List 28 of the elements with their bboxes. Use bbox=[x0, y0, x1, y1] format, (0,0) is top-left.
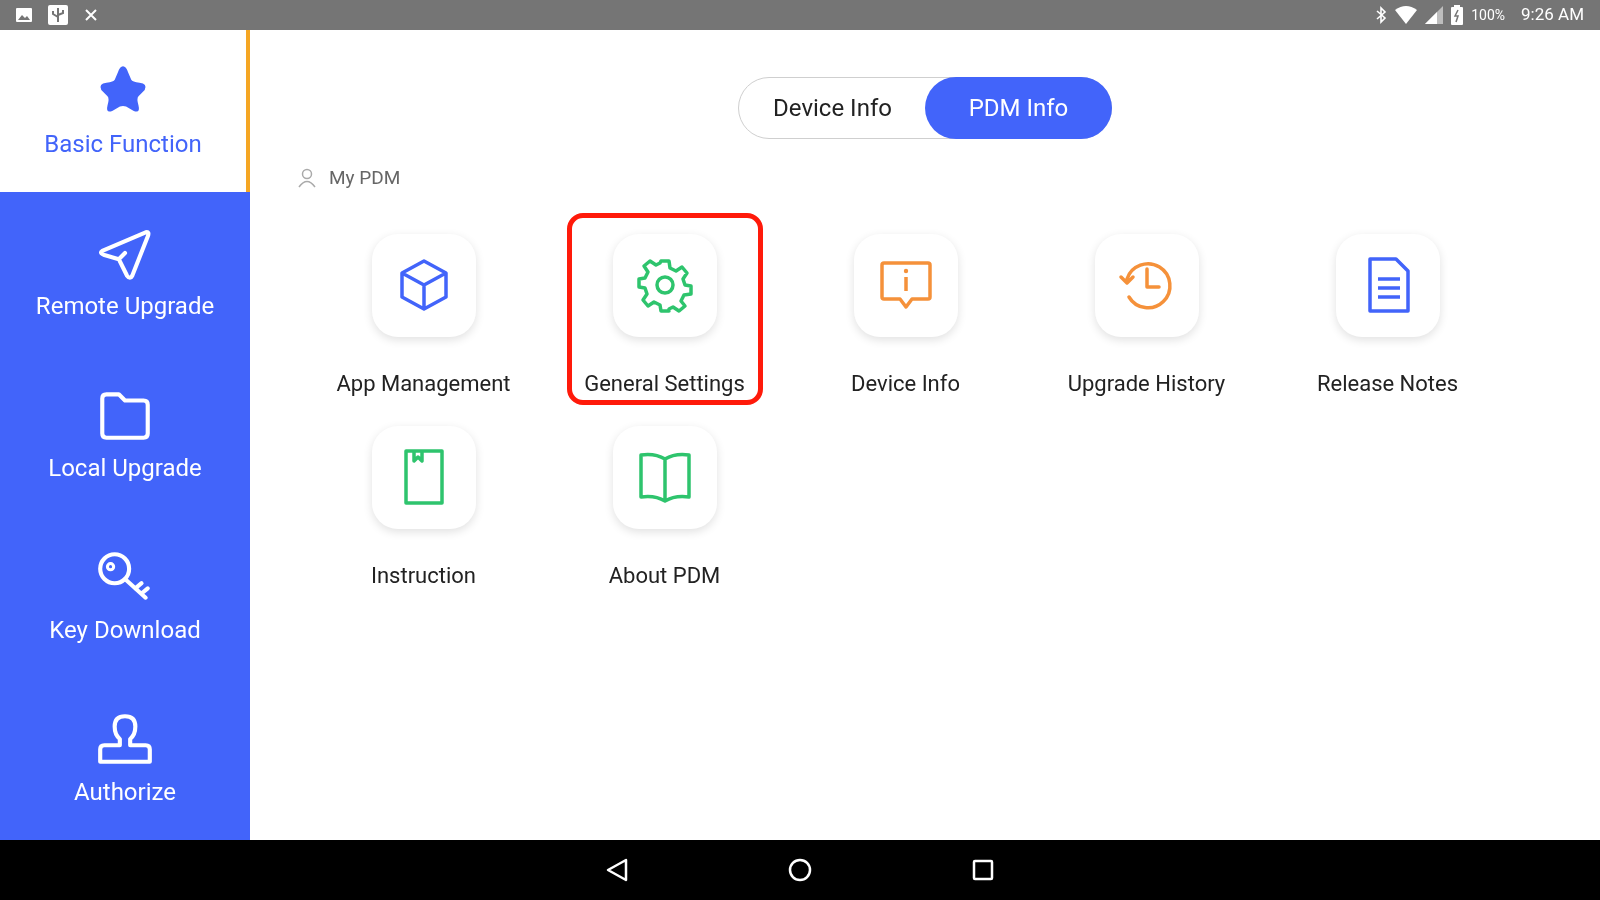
recents-icon[interactable] bbox=[972, 859, 994, 881]
section-title: My PDM bbox=[329, 165, 401, 191]
sidebar-item[interactable]: Local Upgrade bbox=[0, 354, 250, 516]
home-icon[interactable] bbox=[788, 858, 812, 882]
person-icon bbox=[297, 168, 317, 189]
signal-off-icon bbox=[84, 8, 98, 22]
sidebar-item[interactable]: Basic Function bbox=[0, 30, 250, 192]
back-icon[interactable] bbox=[606, 858, 628, 882]
sidebar-item[interactable]: Key Download bbox=[0, 516, 250, 678]
image-icon bbox=[16, 8, 32, 22]
sidebar-item[interactable]: Remote Upgrade bbox=[0, 192, 250, 354]
battery-percent: 100% bbox=[1471, 5, 1506, 25]
sidebar-item[interactable]: Authorize bbox=[0, 678, 250, 840]
battery-icon bbox=[1451, 5, 1464, 25]
usb-icon bbox=[48, 5, 68, 25]
tab[interactable]: PDM Info bbox=[925, 77, 1112, 139]
bluetooth-icon bbox=[1375, 6, 1388, 24]
app-tile[interactable]: Release Notes bbox=[1289, 212, 1486, 405]
app-tile[interactable]: App Management bbox=[325, 212, 522, 405]
app-tile[interactable]: About PDM bbox=[566, 404, 763, 597]
signal-icon bbox=[1425, 6, 1444, 24]
tab[interactable]: Device Info bbox=[739, 78, 926, 138]
clock-time: 9:26 AM bbox=[1521, 3, 1584, 27]
app-tile[interactable]: General Settings bbox=[566, 212, 763, 405]
app-tile[interactable]: Instruction bbox=[325, 404, 522, 597]
wifi-icon bbox=[1395, 6, 1418, 24]
app-tile[interactable]: Upgrade History bbox=[1048, 212, 1245, 405]
app-tile[interactable]: Device Info bbox=[807, 212, 1004, 405]
